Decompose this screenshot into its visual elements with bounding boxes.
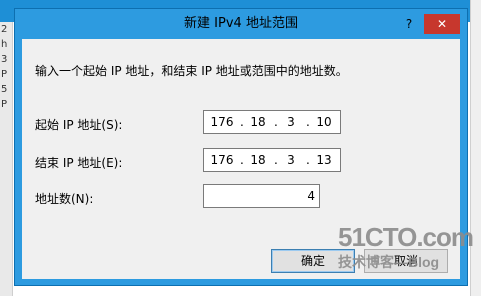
dialog-titlebar[interactable]: 新建 IPv4 地址范围 ? ✕ [15, 9, 467, 39]
new-ipv4-range-dialog: 新建 IPv4 地址范围 ? ✕ 输入一个起始 IP 地址，和结束 IP 地址或… [14, 8, 468, 286]
start-ip-label: 起始 IP 地址(S): [35, 118, 123, 132]
address-count-input[interactable]: 4 [203, 184, 320, 208]
octet-separator: . [240, 153, 244, 167]
start-ip-input[interactable]: 176 . 18 . 3 . 10 [203, 110, 341, 134]
octet-separator: . [274, 115, 278, 129]
octet-separator: . [274, 153, 278, 167]
background-fragment: 2 [1, 24, 8, 35]
end-ip-label: 结束 IP 地址(E): [35, 156, 123, 170]
start-ip-octet-4[interactable]: 10 [314, 111, 334, 133]
address-count-label: 地址数(N): [35, 192, 94, 206]
background-fragment: 5 [1, 84, 8, 95]
octet-separator: . [306, 153, 310, 167]
octet-separator: . [306, 115, 310, 129]
background-right-panel [470, 0, 481, 296]
background-fragment: h [1, 39, 8, 50]
background-fragment: P [1, 69, 8, 80]
background-fragment: P [1, 99, 8, 110]
dialog-description: 输入一个起始 IP 地址，和结束 IP 地址或范围中的地址数。 [35, 64, 348, 78]
background-fragment: 3 [1, 54, 8, 65]
end-ip-octet-2[interactable]: 18 [248, 149, 268, 171]
close-button[interactable]: ✕ [424, 14, 460, 34]
background-left-panel: 2 h 3 P 5 P [0, 22, 13, 296]
help-button[interactable]: ? [397, 14, 421, 34]
end-ip-octet-4[interactable]: 13 [314, 149, 334, 171]
start-ip-octet-3[interactable]: 3 [282, 111, 300, 133]
start-ip-octet-2[interactable]: 18 [248, 111, 268, 133]
ok-button[interactable]: 确定 [271, 249, 355, 273]
end-ip-input[interactable]: 176 . 18 . 3 . 13 [203, 148, 341, 172]
octet-separator: . [240, 115, 244, 129]
end-ip-octet-3[interactable]: 3 [282, 149, 300, 171]
end-ip-octet-1[interactable]: 176 [210, 149, 234, 171]
cancel-button[interactable]: 取消 [364, 249, 448, 273]
start-ip-octet-1[interactable]: 176 [210, 111, 234, 133]
dialog-client-area: 输入一个起始 IP 地址，和结束 IP 地址或范围中的地址数。 起始 IP 地址… [22, 39, 460, 279]
